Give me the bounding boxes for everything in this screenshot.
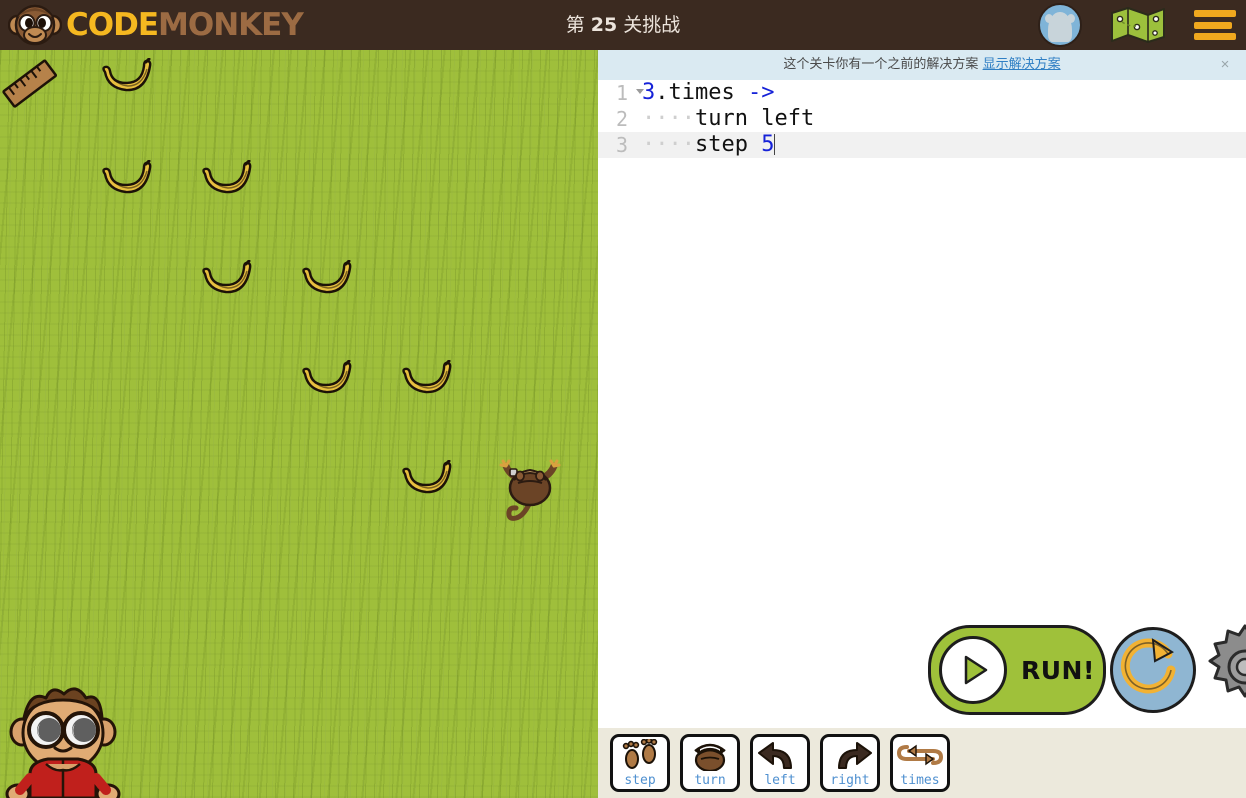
banana-item: [300, 259, 356, 296]
show-solution-link[interactable]: 显示解决方案: [983, 57, 1061, 72]
command-toolbar: step turn left right times: [598, 728, 1246, 798]
code-line[interactable]: 2 ····turn left: [598, 106, 1246, 132]
ruler-icon[interactable]: [2, 58, 58, 110]
title-level: 25: [590, 14, 618, 36]
command-button-label: times: [900, 773, 940, 788]
codemonkey-app: CODEMONKEY 第 25 关挑战 这个关卡你有一个之前的解决方案 显示解决…: [0, 0, 1246, 798]
banana-item: [300, 359, 356, 396]
line-number: 3: [615, 133, 628, 157]
arrow-left-icon: [753, 739, 807, 771]
command-button-turn[interactable]: turn: [680, 734, 740, 792]
banana-item: [400, 459, 456, 496]
code-line[interactable]: 3 ····step 5: [598, 132, 1246, 158]
command-button-left[interactable]: left: [750, 734, 810, 792]
banana-item: [100, 159, 156, 196]
monkey-character[interactable]: [492, 450, 568, 526]
command-button-label: step: [624, 773, 656, 788]
footprints-icon: [613, 737, 667, 771]
notice-message: 这个关卡你有一个之前的解决方案: [783, 57, 979, 72]
title-suffix: 关挑战: [623, 14, 681, 36]
command-button-step[interactable]: step: [610, 734, 670, 792]
monkey-turn-icon: [683, 739, 737, 773]
play-triangle-icon: [939, 636, 1007, 704]
notice-text: 这个关卡你有一个之前的解决方案 显示解决方案: [598, 50, 1246, 80]
command-button-times[interactable]: times: [890, 734, 950, 792]
banana-item: [400, 359, 456, 396]
burger-line-1: [1194, 10, 1236, 17]
avatar-silhouette: [1048, 12, 1072, 42]
loop-arrows-icon: [893, 739, 947, 771]
user-avatar-icon[interactable]: [1038, 3, 1082, 47]
command-button-label: turn: [694, 773, 726, 788]
player-monkey-avatar: [0, 678, 126, 798]
command-button-label: left: [764, 773, 796, 788]
banana-item: [200, 259, 256, 296]
command-button-label: right: [830, 773, 870, 788]
gear-icon[interactable]: [1200, 622, 1246, 712]
app-header: CODEMONKEY 第 25 关挑战: [0, 0, 1246, 50]
line-number: 1: [615, 81, 628, 105]
code-text: ····step 5: [642, 132, 776, 157]
title-prefix: 第: [565, 14, 585, 36]
burger-line-3: [1194, 33, 1236, 40]
hamburger-menu-icon[interactable]: [1194, 10, 1236, 40]
arrow-right-icon: [823, 739, 877, 771]
run-button-label: RUN!: [1021, 655, 1095, 685]
previous-solution-notice: 这个关卡你有一个之前的解决方案 显示解决方案 ×: [598, 50, 1246, 81]
map-icon[interactable]: [1110, 5, 1166, 45]
code-text: 3.times ->: [642, 80, 775, 105]
burger-line-2: [1194, 21, 1232, 29]
code-text: ····turn left: [642, 106, 815, 131]
line-number: 2: [615, 107, 628, 131]
run-button[interactable]: RUN!: [928, 625, 1106, 715]
code-line[interactable]: 1 3.times ->: [598, 80, 1246, 106]
banana-item: [100, 57, 156, 94]
reset-button[interactable]: [1110, 627, 1196, 713]
command-buttons: step turn left right times: [610, 734, 950, 792]
header-actions: [1038, 0, 1236, 50]
game-canvas[interactable]: [0, 50, 598, 798]
close-icon[interactable]: ×: [1214, 54, 1236, 76]
command-button-right[interactable]: right: [820, 734, 880, 792]
banana-item: [200, 159, 256, 196]
